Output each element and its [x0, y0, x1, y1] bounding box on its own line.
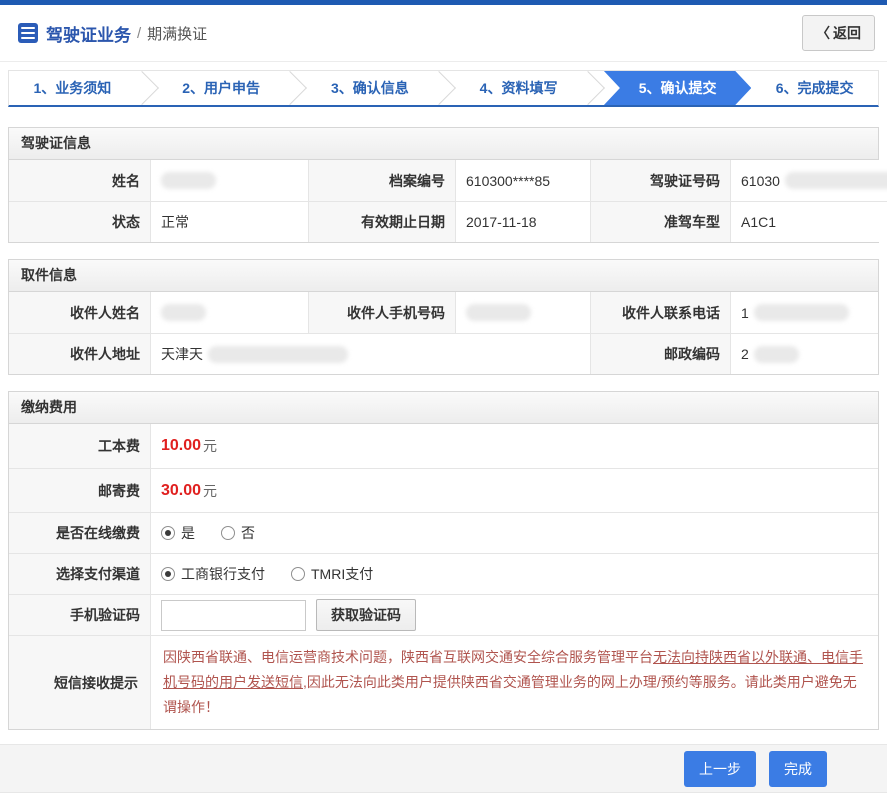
vehicle-class-label: 准驾车型 [590, 201, 730, 242]
status-value: 正常 [150, 201, 308, 242]
card-fee-label: 工本费 [9, 424, 150, 468]
footer-action-bar: 上一步 完成 [0, 744, 887, 793]
expiry-date-value: 2017-11-18 [455, 201, 590, 242]
radio-unchecked-icon[interactable] [221, 526, 235, 540]
recipient-phone-label: 收件人联系电话 [590, 292, 730, 333]
license-section-title: 驾驶证信息 [9, 128, 878, 160]
payment-section: 缴纳费用 工本费 10.00 元 邮寄费 30.00 元 是否在线缴费 是 否 选择… [8, 391, 879, 730]
previous-step-button[interactable]: 上一步 [684, 750, 756, 787]
redacted-recipient-mobile [466, 304, 531, 321]
redacted-recipient-name [161, 304, 206, 321]
postcode-label: 邮政编码 [590, 333, 730, 374]
radio-unchecked-icon[interactable] [291, 567, 305, 581]
license-number-label: 驾驶证号码 [590, 160, 730, 201]
recipient-address-value: 天津天 [150, 333, 590, 374]
channel-icbc-option[interactable]: 工商银行支付 [161, 564, 265, 584]
finish-button[interactable]: 完成 [769, 750, 827, 787]
license-number-value: 61030 [730, 160, 887, 201]
page-header: 驾驶证业务 / 期满换证 〈 返回 [0, 5, 887, 62]
license-info-section: 驾驶证信息 姓名 档案编号 610300****85 驾驶证号码 61030 状… [8, 127, 887, 243]
sms-code-input[interactable] [161, 599, 306, 631]
channel-tmri-label: TMRI支付 [311, 566, 374, 582]
payment-channel-label: 选择支付渠道 [9, 553, 150, 594]
breadcrumb-current: 期满换证 [147, 25, 208, 43]
file-number-label: 档案编号 [308, 160, 455, 201]
recipient-phone-value: 1 [730, 292, 878, 333]
status-label: 状态 [9, 201, 150, 242]
business-list-icon [18, 23, 38, 43]
recipient-name-label: 收件人姓名 [9, 292, 150, 333]
channel-icbc-label: 工商银行支付 [181, 566, 265, 582]
step-5-confirm-submit-active[interactable]: 5、确认提交 [604, 71, 751, 105]
redacted-license-number [784, 172, 887, 189]
step-separator-icon [582, 71, 604, 105]
sms-notice-label: 短信接收提示 [9, 635, 150, 729]
sms-code-row: 获取验证码 [150, 594, 878, 635]
step-wizard: 1、业务须知 2、用户申告 3、确认信息 4、资料填写 5、确认提交 6、完成提… [8, 70, 879, 107]
online-payment-label: 是否在线缴费 [9, 512, 150, 553]
step-6-complete-submit[interactable]: 6、完成提交 [751, 71, 878, 105]
breadcrumb-separator: / [137, 24, 142, 42]
postcode-value: 2 [730, 333, 878, 374]
postage-fee-value: 30.00 元 [150, 468, 878, 512]
redacted-recipient-phone [753, 304, 849, 321]
sms-code-label: 手机验证码 [9, 594, 150, 635]
payment-channel-options: 工商银行支付 TMRI支付 [150, 553, 878, 594]
radio-checked-icon[interactable] [161, 567, 175, 581]
pickup-info-section: 取件信息 收件人姓名 收件人手机号码 收件人联系电话 1 收件人地址 天津天 邮… [8, 259, 879, 375]
step-separator-icon [433, 71, 455, 105]
recipient-mobile-value [455, 292, 590, 333]
file-number-value: 610300****85 [455, 160, 590, 201]
step-2-user-declaration[interactable]: 2、用户申告 [158, 71, 285, 105]
expiry-date-label: 有效期止日期 [308, 201, 455, 242]
pickup-section-title: 取件信息 [9, 260, 878, 292]
online-yes-label: 是 [181, 525, 195, 541]
step-separator-icon [284, 71, 306, 105]
recipient-name-value [150, 292, 308, 333]
back-button[interactable]: 〈 返回 [802, 15, 875, 51]
step-separator-icon [136, 71, 158, 105]
recipient-mobile-label: 收件人手机号码 [308, 292, 455, 333]
name-value [150, 160, 308, 201]
redacted-postcode [753, 345, 799, 363]
online-yes-option[interactable]: 是 [161, 523, 195, 543]
back-button-label: 返回 [833, 25, 861, 41]
card-fee-value: 10.00 元 [150, 424, 878, 468]
online-payment-options: 是 否 [150, 512, 878, 553]
redacted-name [161, 172, 216, 189]
get-code-button[interactable]: 获取验证码 [316, 599, 416, 631]
postage-fee-label: 邮寄费 [9, 468, 150, 512]
step-3-confirm-info[interactable]: 3、确认信息 [306, 71, 433, 105]
channel-tmri-option[interactable]: TMRI支付 [291, 564, 373, 584]
vehicle-class-value: A1C1 [730, 201, 887, 242]
redacted-recipient-address [208, 345, 348, 363]
sms-notice-text: 因陕西省联通、电信运营商技术问题，陕西省互联网交通安全综合服务管理平台无法向持陕… [150, 635, 878, 729]
payment-section-title: 缴纳费用 [9, 392, 878, 424]
radio-checked-icon[interactable] [161, 526, 175, 540]
step-1-business-notice[interactable]: 1、业务须知 [9, 71, 136, 105]
step-4-fill-data[interactable]: 4、资料填写 [455, 71, 582, 105]
online-no-option[interactable]: 否 [221, 523, 255, 543]
page-title: 驾驶证业务 [46, 25, 131, 45]
back-chevron-icon: 〈 [816, 25, 830, 41]
name-label: 姓名 [9, 160, 150, 201]
online-no-label: 否 [241, 525, 255, 541]
recipient-address-label: 收件人地址 [9, 333, 150, 374]
